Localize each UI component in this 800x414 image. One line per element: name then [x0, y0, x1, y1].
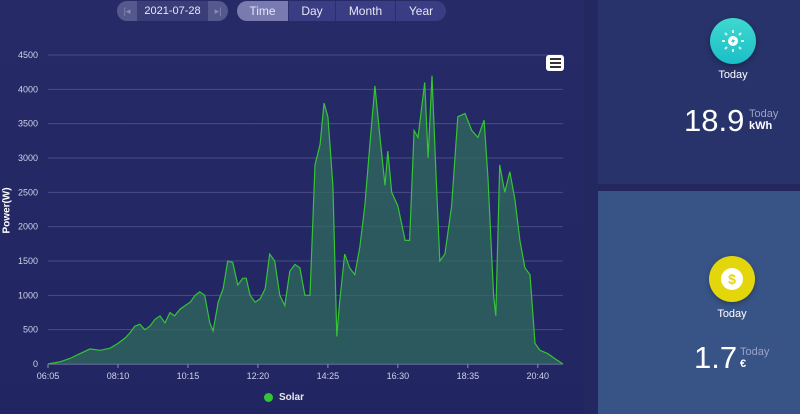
y-tick-label: 4000 — [18, 84, 38, 94]
y-tick-label: 1000 — [18, 290, 38, 300]
y-axis-label: Power(W) — [1, 187, 13, 234]
sun-icon — [710, 18, 756, 64]
revenue-unit: € — [740, 358, 747, 370]
energy-card: Today 18.9 Today kWh — [598, 0, 800, 184]
revenue-sub: Today € — [740, 346, 769, 370]
y-tick-label: 2000 — [18, 222, 38, 232]
energy-sub: Today kWh — [749, 108, 778, 132]
x-tick-label: 08:10 — [107, 371, 130, 381]
x-tick-label: 06:05 — [37, 371, 60, 381]
chart-menu-icon[interactable] — [546, 55, 564, 71]
revenue-sub-label: Today — [740, 346, 770, 358]
y-tick-label: 0 — [33, 359, 38, 369]
x-tick-label: 18:35 — [457, 371, 480, 381]
x-tick-label: 20:40 — [527, 371, 550, 381]
x-tick-label: 10:15 — [177, 371, 200, 381]
revenue-label: Today — [717, 308, 747, 320]
legend-label: Solar — [279, 392, 305, 403]
dollar-coin-icon: $ — [709, 256, 755, 302]
energy-label: Today — [718, 69, 748, 81]
energy-unit: kWh — [749, 120, 773, 132]
x-tick-label: 12:20 — [247, 371, 270, 381]
x-tick-label: 16:30 — [387, 371, 410, 381]
y-tick-label: 1500 — [18, 256, 38, 266]
y-tick-label: 3000 — [18, 153, 38, 163]
legend-solar[interactable]: Solar — [264, 392, 304, 403]
y-tick-label: 3500 — [18, 119, 38, 129]
energy-value: 18.9 — [684, 103, 745, 138]
revenue-value: 1.7 — [694, 340, 738, 375]
legend-marker — [264, 393, 273, 402]
solar-area — [48, 75, 563, 364]
x-tick-label: 14:25 — [317, 371, 340, 381]
y-tick-label: 4500 — [18, 50, 38, 60]
power-chart: 0 500 1000 1500 2000 2500 3000 3500 4000 4500 06:0… — [18, 50, 564, 381]
y-tick-label: 2500 — [18, 187, 38, 197]
energy-sub-label: Today — [749, 108, 779, 120]
revenue-card: $ Today 1.7 Today € — [598, 191, 800, 414]
y-tick-label: 500 — [23, 325, 38, 335]
divider — [584, 0, 598, 414]
